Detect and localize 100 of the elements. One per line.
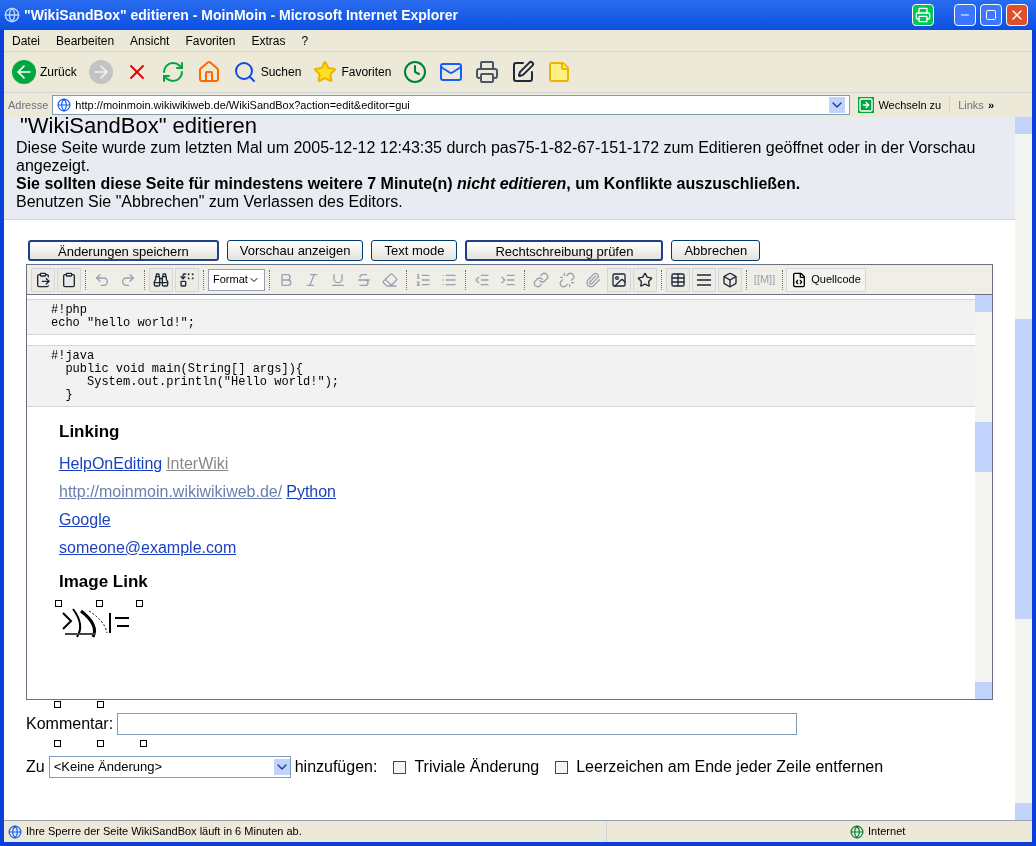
star-icon [636, 271, 653, 288]
window-title: "WikiSandBox" editieren - MoinMoin - Microsoft Internet Explorer [24, 5, 458, 25]
globe-icon [850, 824, 864, 839]
resize-handle[interactable] [97, 701, 104, 708]
link[interactable]: HelpOnEditing [59, 453, 163, 473]
tray-button[interactable] [912, 4, 934, 26]
go-icon [858, 97, 875, 113]
binoculars-icon [153, 271, 169, 288]
note-icon [547, 60, 572, 84]
source-icon [791, 271, 808, 288]
edit-icon [511, 60, 536, 84]
editor-tool-button[interactable] [175, 267, 199, 292]
dropdown-icon[interactable] [829, 97, 846, 113]
code-block: #!java public void main(String[] args]){ System.out.println("Hello world!"); } [27, 345, 975, 407]
option-label: Leerzeichen am Ende jeder Zeile entfernen [576, 757, 884, 777]
link[interactable]: http://moinmoin.wikiwikiweb.de/ [59, 481, 283, 501]
resize-handle[interactable] [95, 600, 103, 607]
checkbox[interactable] [393, 760, 407, 774]
more-chevron[interactable]: » [987, 96, 994, 114]
minimize-button[interactable] [954, 4, 976, 26]
editor-tool-button[interactable] [691, 267, 716, 292]
app-icon [4, 7, 20, 23]
editor-tool-button[interactable] [606, 267, 631, 292]
category-select[interactable]: <Keine Änderung> [48, 756, 291, 778]
comment-field[interactable] [117, 713, 798, 735]
menu-item[interactable]: Ansicht [130, 31, 170, 50]
redo-icon [120, 271, 136, 288]
menu-item[interactable]: ? [301, 31, 309, 50]
page-icon [57, 98, 72, 112]
eraser-icon [381, 271, 398, 288]
underline-icon [329, 271, 346, 288]
editor-scrollbar[interactable] [975, 295, 992, 699]
resize-handle[interactable] [55, 600, 62, 607]
editor-tool-button[interactable] [31, 267, 55, 292]
form-button[interactable]: Abbrechen [671, 240, 761, 261]
unlink-icon [558, 271, 575, 288]
go-button[interactable]: Wechseln zu [854, 96, 946, 114]
star-icon [313, 60, 338, 84]
category-prefix: Zu [26, 757, 45, 777]
refresh-icon [160, 60, 185, 84]
dropdown-icon [273, 759, 290, 775]
zone-text: Internet [868, 824, 907, 840]
notice-text: Benutzen Sie "Abbrechen" zum Verlassen des Editors. [16, 193, 404, 211]
strikethrough-icon [355, 271, 372, 288]
source-button[interactable]: Quellcode [786, 267, 866, 292]
link[interactable]: Google [59, 509, 111, 529]
status-text: Ihre Sperre der Seite WikiSandBox läuft in 6 Minuten ab. [26, 824, 303, 840]
resize-handle[interactable] [54, 740, 61, 747]
paperclip-icon [584, 271, 601, 288]
resize-handle[interactable] [140, 740, 147, 747]
toolbar-button[interactable]: Suchen [228, 55, 306, 89]
printer-icon [915, 7, 931, 23]
checkbox[interactable] [555, 760, 569, 774]
editor-tool-button[interactable] [57, 267, 81, 292]
undo-icon [94, 271, 110, 288]
toolbar-button[interactable]: Favoriten [309, 55, 396, 89]
form-button[interactable]: Vorschau anzeigen [226, 240, 364, 261]
editor-tool-button[interactable] [149, 267, 173, 292]
paste-word-icon [61, 271, 77, 288]
printer-icon [475, 60, 500, 84]
close-button[interactable] [1006, 4, 1028, 26]
page-scrollbar[interactable] [1015, 117, 1032, 820]
resize-handle[interactable] [97, 740, 104, 747]
toolbar-button[interactable]: Zurück [8, 55, 81, 89]
link-icon [532, 271, 549, 288]
form-button[interactable]: Text mode [371, 240, 458, 261]
link[interactable]: Python [286, 481, 336, 501]
menu-item[interactable]: Favoriten [185, 31, 236, 50]
link[interactable]: someone@example.com [59, 537, 237, 557]
code-block: #!php echo "hello world!"; [27, 299, 975, 335]
maximize-icon [985, 9, 997, 21]
image-icon [610, 271, 627, 288]
address-label: Adresse [8, 97, 49, 113]
links-label[interactable]: Links [949, 96, 984, 114]
history-icon [403, 60, 428, 84]
paste-icon [35, 271, 51, 288]
maximize-button[interactable] [980, 4, 1002, 26]
option-label: Triviale Änderung [414, 757, 540, 777]
home-icon [196, 60, 221, 84]
address-field[interactable]: http://moinmoin.wikiwikiweb.de/WikiSandBox?action=edit&editor=gui [52, 95, 851, 115]
editor-tool-button[interactable] [717, 267, 742, 292]
format-dropdown[interactable]: Format [208, 268, 265, 291]
editor-tool-button[interactable] [665, 267, 690, 292]
page-icon [8, 824, 22, 839]
horizontal-rule-icon [695, 271, 712, 288]
link[interactable]: InterWiki [166, 453, 229, 473]
menu-item[interactable]: Extras [251, 31, 286, 50]
resize-handle[interactable] [136, 600, 143, 607]
replace-icon [179, 271, 195, 288]
editor-tool-button[interactable] [632, 267, 657, 292]
form-button[interactable]: Rechtschreibung prüfen [465, 240, 664, 261]
resize-handle[interactable] [54, 701, 61, 708]
numbered-list-icon [414, 271, 431, 288]
notice-text: Sie sollten diese Seite für mindestens weitere 7 Minute(n) nicht editieren, um Konflikte auszuschließen. [16, 175, 802, 193]
forward-icon [88, 60, 113, 84]
search-icon [232, 60, 257, 84]
cube-icon [721, 271, 738, 288]
menu-item[interactable]: Bearbeiten [56, 31, 115, 50]
menu-item[interactable]: Datei [12, 31, 40, 50]
form-button[interactable]: Änderungen speichern [28, 240, 219, 261]
